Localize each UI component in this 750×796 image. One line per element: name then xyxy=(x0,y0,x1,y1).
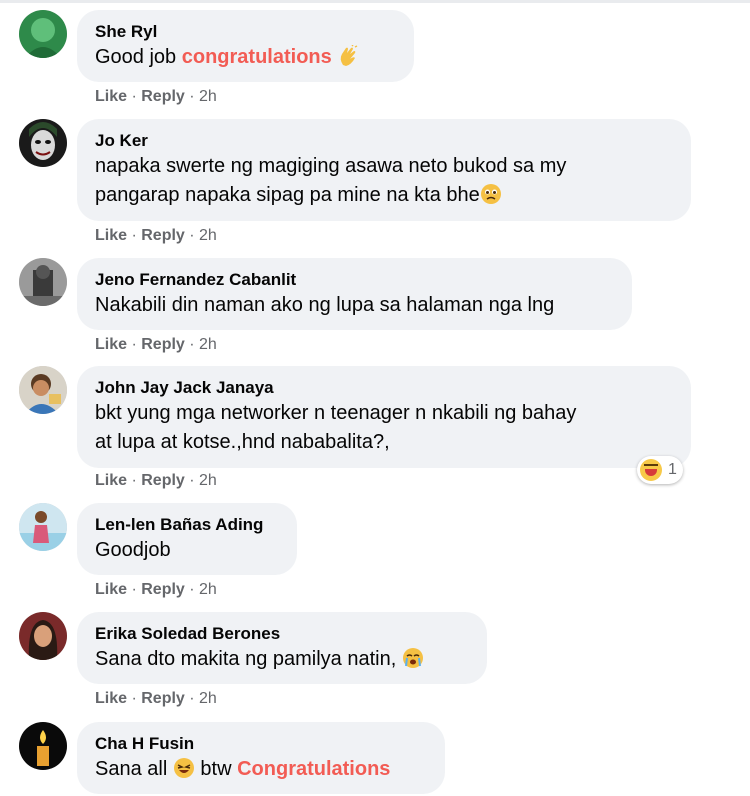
comment-bubble: She Ryl Good job congratulations xyxy=(77,10,414,82)
crying-face-icon xyxy=(402,647,424,669)
comment-text-line: at lupa at kotse.,hnd nababalita?, xyxy=(95,431,390,453)
comment-text: Good job congratulations xyxy=(95,43,396,72)
reaction-count[interactable]: 1 xyxy=(637,456,683,484)
like-button[interactable]: Like xyxy=(95,690,127,707)
reply-button[interactable]: Reply xyxy=(141,581,185,598)
like-button[interactable]: Like xyxy=(95,88,127,105)
comment-actions: Like · Reply · 2h xyxy=(95,472,217,489)
comment-actions: Like · Reply · 2h xyxy=(95,336,217,353)
timestamp[interactable]: 2h xyxy=(199,581,217,598)
crying-face-icon xyxy=(480,183,502,205)
reply-button[interactable]: Reply xyxy=(141,88,185,105)
comment-text: Goodjob xyxy=(95,539,171,561)
comment-text-line: bkt yung mga networker n teenager n nkab… xyxy=(95,402,577,424)
reply-button[interactable]: Reply xyxy=(141,336,185,353)
reaction-count-value: 1 xyxy=(668,461,677,478)
comment-author[interactable]: Len-len Bañas Ading xyxy=(95,514,279,536)
avatar[interactable] xyxy=(19,612,67,660)
comment-actions: Like · Reply · 2h xyxy=(95,88,217,105)
avatar[interactable] xyxy=(19,366,67,414)
comment-author[interactable]: She Ryl xyxy=(95,21,396,43)
comment-actions: Like · Reply · 2h xyxy=(95,690,217,707)
comment-author[interactable]: Cha H Fusin xyxy=(95,733,427,755)
comment-text: Sana all btw Congratulations xyxy=(95,757,391,780)
reply-button[interactable]: Reply xyxy=(141,227,185,244)
haha-reaction-icon xyxy=(640,459,662,481)
timestamp[interactable]: 2h xyxy=(199,227,217,244)
comment-actions: Like · Reply · 2h xyxy=(95,581,217,598)
congratulations-text: Congratulations xyxy=(237,758,391,780)
clapping-hands-icon xyxy=(337,44,359,67)
comment-author[interactable]: Erika Soledad Berones xyxy=(95,623,469,645)
like-button[interactable]: Like xyxy=(95,336,127,353)
comment-actions: Like · Reply · 2h xyxy=(95,227,217,244)
avatar[interactable] xyxy=(19,258,67,306)
avatar[interactable] xyxy=(19,119,67,167)
congratulations-text: congratulations xyxy=(181,46,332,68)
comment-text-line: napaka swerte ng magiging asawa neto buk… xyxy=(95,155,567,177)
comment-bubble: Jo Ker napaka swerte ng magiging asawa n… xyxy=(77,119,691,221)
comment-bubble: Len-len Bañas Ading Goodjob xyxy=(77,503,297,575)
comment-bubble: Cha H Fusin Sana all btw Congratulations xyxy=(77,722,445,794)
timestamp[interactable]: 2h xyxy=(199,336,217,353)
avatar[interactable] xyxy=(19,503,67,551)
comment-text: Nakabili din naman ako ng lupa sa halama… xyxy=(95,294,555,316)
avatar[interactable] xyxy=(19,722,67,770)
avatar[interactable] xyxy=(19,10,67,58)
comment-text: Sana dto makita ng pamilya natin, xyxy=(95,645,469,674)
top-divider xyxy=(0,0,750,3)
comment-bubble: Jeno Fernandez Cabanlit Nakabili din nam… xyxy=(77,258,632,330)
timestamp[interactable]: 2h xyxy=(199,88,217,105)
like-button[interactable]: Like xyxy=(95,581,127,598)
reply-button[interactable]: Reply xyxy=(141,690,185,707)
grinning-sweat-face-icon xyxy=(173,757,195,779)
reply-button[interactable]: Reply xyxy=(141,472,185,489)
comment-bubble: John Jay Jack Janaya bkt yung mga networ… xyxy=(77,366,691,468)
like-button[interactable]: Like xyxy=(95,227,127,244)
comment-author[interactable]: Jeno Fernandez Cabanlit xyxy=(95,269,614,291)
timestamp[interactable]: 2h xyxy=(199,472,217,489)
comment-author[interactable]: John Jay Jack Janaya xyxy=(95,377,673,399)
comment-author[interactable]: Jo Ker xyxy=(95,130,673,152)
comment-text-line: pangarap napaka sipag pa mine na kta bhe xyxy=(95,181,673,210)
like-button[interactable]: Like xyxy=(95,472,127,489)
timestamp[interactable]: 2h xyxy=(199,690,217,707)
comment-bubble: Erika Soledad Berones Sana dto makita ng… xyxy=(77,612,487,684)
